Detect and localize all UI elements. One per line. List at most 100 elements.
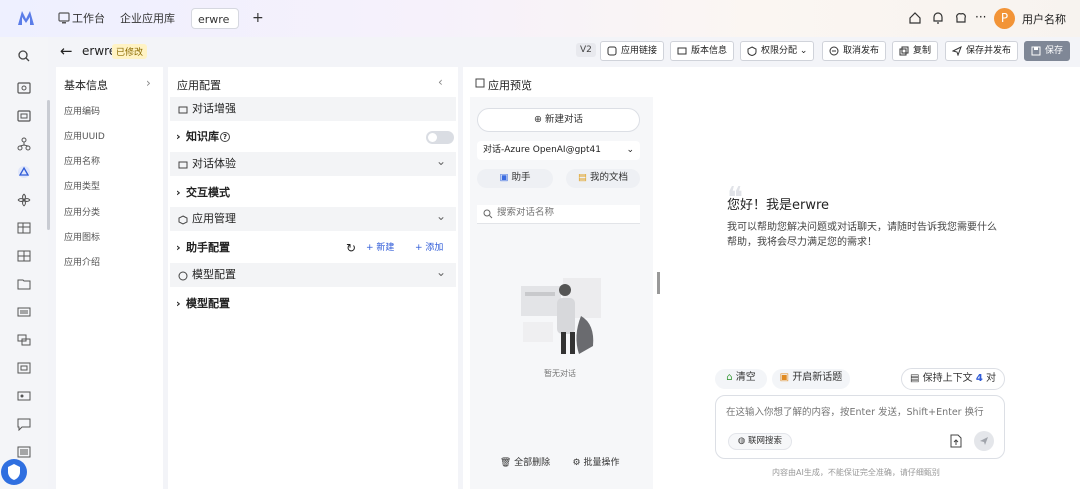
info-item-type[interactable]: 应用类型 (64, 179, 100, 192)
section-interaction-mode[interactable]: › 交互模式 (170, 181, 456, 205)
new-topic-button[interactable]: ▣ 开启新话题 (772, 369, 850, 389)
info-item-category[interactable]: 应用分类 (64, 205, 100, 218)
add-tab-button[interactable]: + (246, 8, 270, 29)
username[interactable]: 用户名称 (1022, 11, 1066, 27)
topic-icon: ▣ (779, 372, 790, 383)
info-scrollbar[interactable] (47, 100, 50, 230)
version-info-button[interactable]: 版本信息 (670, 41, 735, 61)
monitor-icon[interactable] (17, 109, 31, 123)
batch-ops-button[interactable]: ⚙ 批量操作 (566, 455, 626, 473)
doc-context-icon: ▤ (910, 373, 920, 384)
more-icon[interactable]: ··· (975, 10, 986, 24)
fan-icon[interactable] (17, 193, 31, 207)
upload-file-icon[interactable] (949, 434, 963, 448)
section-model-config-1[interactable]: 模型配置 ⌄ (170, 263, 456, 287)
tab-erwre[interactable]: erwre (191, 8, 239, 29)
top-bar: 工作台 企业应用库 erwre + ··· P 用户名称 (0, 0, 1080, 37)
web-search-button[interactable]: ◍ 联网搜索 (728, 433, 792, 450)
info-item-intro[interactable]: 应用介绍 (64, 255, 100, 268)
org-tree-icon[interactable] (17, 137, 31, 151)
chevron-down-icon: ⌄ (436, 154, 447, 168)
doc-icon: ▤ (577, 172, 587, 183)
grid-icon[interactable] (17, 249, 31, 263)
ai-app-icon[interactable] (17, 165, 31, 179)
info-item-uuid[interactable]: 应用UUID (64, 129, 105, 142)
new-assistant-link[interactable]: + 新建 (366, 236, 394, 260)
chat-box-icon[interactable] (17, 417, 31, 431)
keyboard-icon[interactable] (17, 305, 31, 319)
chef-hat-icon[interactable] (954, 11, 968, 25)
search-box[interactable] (477, 205, 640, 224)
basic-info-title[interactable]: 基本信息 (64, 77, 108, 93)
tab-workbench[interactable]: 工作台 (66, 8, 111, 29)
chat-input-box[interactable]: ◍ 联网搜索 (715, 395, 1005, 459)
collapse-icon[interactable]: ‹ (438, 75, 443, 89)
arrow-icon: › (176, 297, 181, 310)
preview-icon (475, 78, 485, 88)
copy-button[interactable]: 复制 (892, 41, 939, 61)
minus-circle-icon (829, 46, 839, 56)
refresh-icon[interactable]: ↻ (346, 236, 356, 260)
section-assistant-config[interactable]: › 助手配置 ↻ + 新建 + 添加 (170, 236, 456, 260)
table-icon[interactable] (17, 221, 31, 235)
assistant-button[interactable]: ▣ 助手 (477, 169, 553, 188)
basic-info-panel: 基本信息 › 应用编码 应用UUID 应用名称 应用类型 应用分类 应用图标 应… (56, 67, 163, 489)
delete-all-button[interactable]: 🗑 全部删除 (495, 455, 555, 473)
add-assistant-link[interactable]: + 添加 (415, 236, 443, 260)
greeting-title: 您好！我是erwre (727, 198, 830, 213)
new-chat-button[interactable]: ⊕ 新建对话 (477, 108, 640, 132)
home-icon[interactable] (908, 11, 922, 25)
dashboard-icon[interactable] (17, 81, 31, 95)
help-icon[interactable]: ? (220, 132, 230, 142)
doc-box-icon[interactable] (17, 361, 31, 375)
list-icon[interactable] (17, 445, 31, 459)
send-button[interactable] (974, 431, 994, 451)
version-icon (677, 47, 687, 55)
broom-icon: ⌂ (726, 372, 733, 383)
section-dialog-experience[interactable]: 对话体验 ⌄ (170, 152, 456, 176)
chevron-down-icon: ⌄ (436, 209, 447, 223)
save-publish-button[interactable]: 保存并发布 (945, 41, 1019, 61)
section-app-management[interactable]: 应用管理 ⌄ (170, 207, 456, 231)
chevron-right-icon[interactable]: › (146, 76, 151, 90)
search-icon (483, 209, 493, 219)
shield-app-icon[interactable] (0, 458, 28, 486)
card-icon[interactable] (17, 389, 31, 403)
info-item-code[interactable]: 应用编码 (64, 104, 100, 117)
send-icon (980, 437, 988, 445)
permission-button[interactable]: 权限分配 ⌄ (740, 41, 815, 61)
config-title: 应用配置 (177, 79, 221, 92)
avatar[interactable]: P (994, 8, 1015, 29)
search-icon[interactable] (17, 49, 31, 63)
model-select[interactable]: 对话-Azure OpenAI@gpt41 ⌄ (477, 141, 640, 160)
layers-icon[interactable] (17, 333, 31, 347)
chat-input[interactable] (726, 404, 998, 422)
assistant-icon: ▣ (499, 172, 509, 183)
experience-icon (178, 161, 188, 169)
arrow-icon: › (176, 130, 181, 143)
app-logo[interactable] (17, 10, 35, 26)
back-arrow-icon[interactable]: ← (60, 42, 73, 60)
resize-handle[interactable] (657, 272, 660, 294)
app-link-button[interactable]: 应用链接 (600, 41, 665, 61)
cancel-publish-button[interactable]: 取消发布 (822, 41, 887, 61)
save-button[interactable]: 保存 (1024, 41, 1071, 61)
clear-button[interactable]: ⌂ 清空 (715, 369, 767, 389)
empty-illustration (521, 278, 601, 354)
knowledge-toggle[interactable] (426, 131, 454, 144)
info-item-icon[interactable]: 应用图标 (64, 230, 100, 243)
my-docs-button[interactable]: ▤ 我的文档 (566, 169, 640, 188)
chevron-down-icon: ⌄ (436, 265, 447, 279)
search-input[interactable] (497, 207, 635, 218)
section-knowledge-base[interactable]: › 知识库 ? (170, 125, 456, 149)
info-item-name[interactable]: 应用名称 (64, 154, 100, 167)
folder-icon[interactable] (17, 277, 31, 291)
bell-icon[interactable] (931, 11, 945, 25)
tab-enterprise-app-library[interactable]: 企业应用库 (114, 8, 181, 29)
keep-context-button[interactable]: ▤ 保持上下文 4 对 (901, 368, 1005, 390)
section-dialog-enhance[interactable]: 对话增强 (170, 97, 456, 121)
send-icon (952, 46, 962, 56)
section-model-config-2[interactable]: › 模型配置 (170, 292, 456, 316)
copy-icon (899, 46, 909, 56)
empty-text: 暂无对话 (544, 369, 576, 378)
